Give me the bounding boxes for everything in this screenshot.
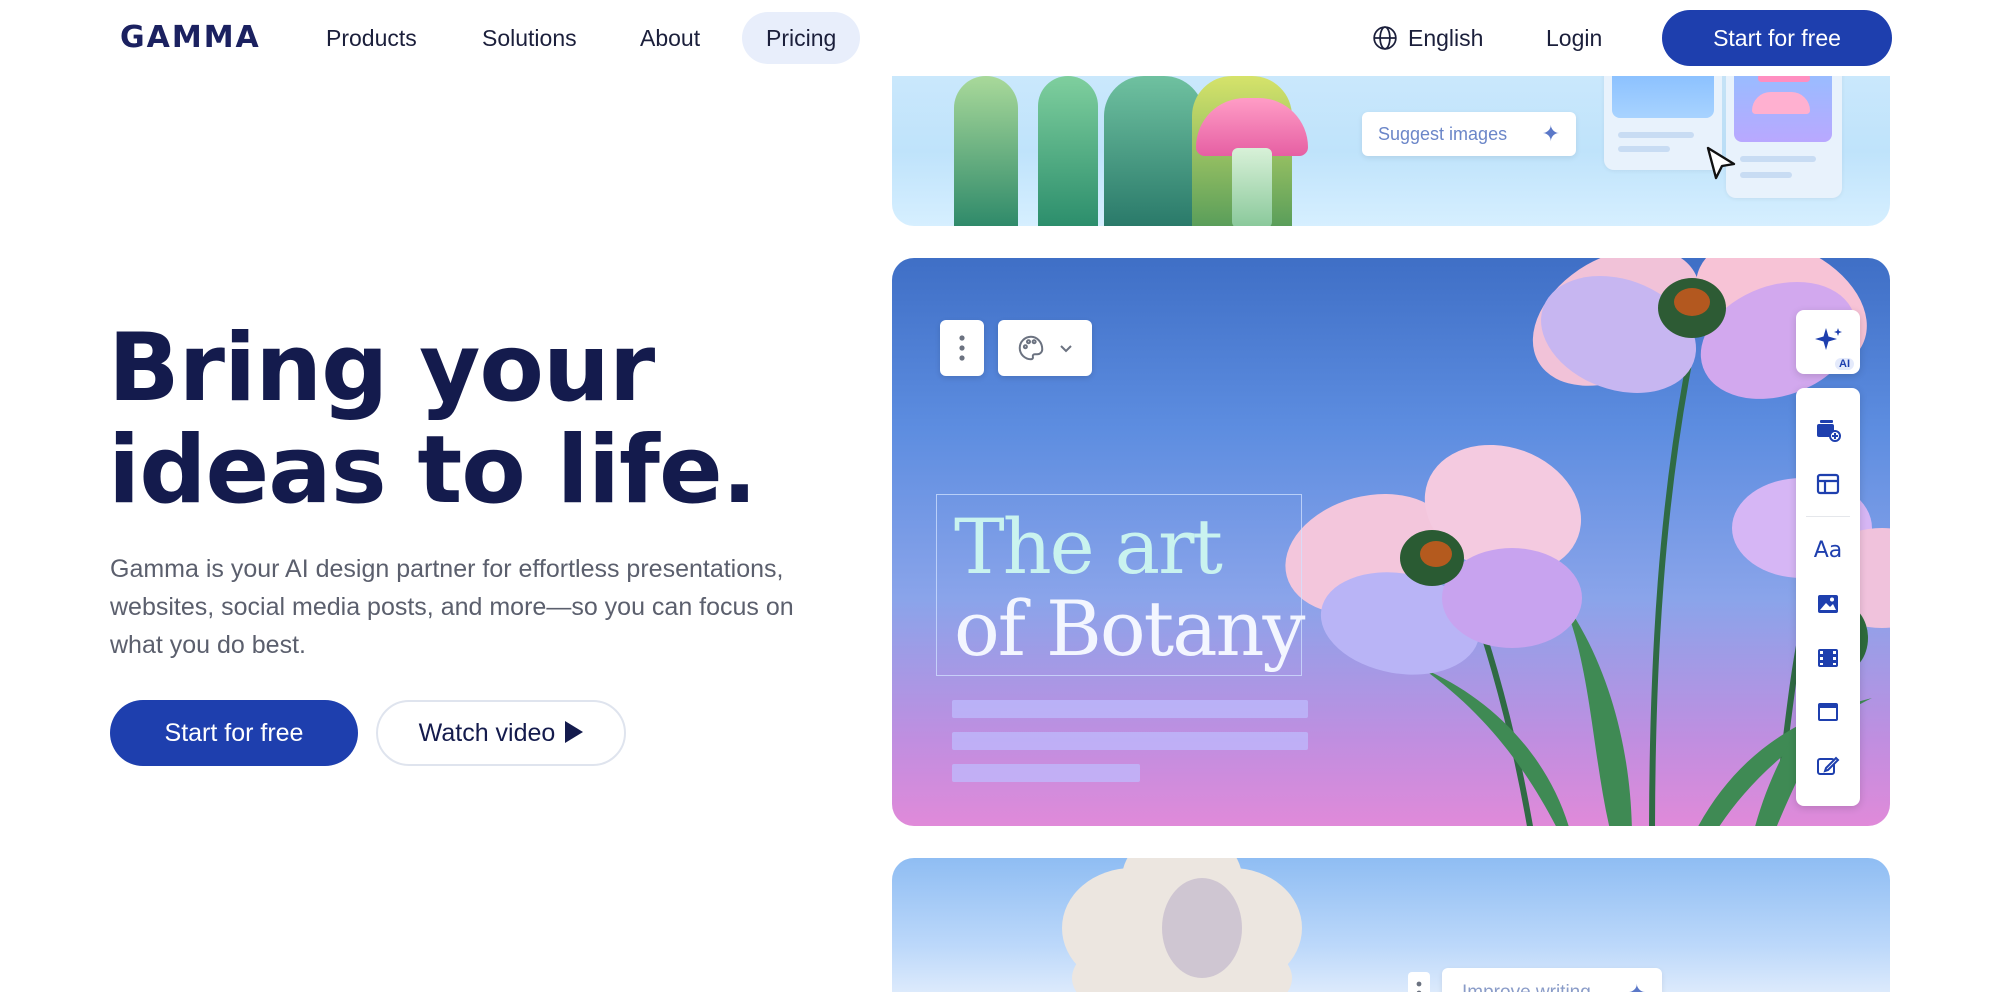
hero-subtitle: Gamma is your AI design partner for effo…	[110, 555, 794, 659]
play-icon	[565, 721, 584, 743]
language-selector[interactable]: English	[1372, 12, 1483, 64]
flower-illustration	[1285, 258, 1890, 826]
sparkle-icon: ✦	[1541, 121, 1560, 146]
suggest-images-button[interactable]: Suggest images ✦	[1362, 112, 1576, 156]
layout-glyph	[1816, 473, 1840, 495]
embed-icon[interactable]	[1814, 698, 1842, 726]
edit-glyph	[1817, 756, 1840, 775]
sparkle-icon: ✦	[1628, 968, 1646, 992]
thumbnail-caption-line	[1618, 132, 1694, 138]
editor-side-toolbar: Aa	[1796, 388, 1860, 806]
login-link[interactable]: Login	[1546, 12, 1602, 64]
image-icon[interactable]	[1814, 590, 1842, 618]
ai-sparkle-icon	[1815, 328, 1842, 350]
placeholder-text-line	[952, 700, 1308, 718]
improve-writing-label: Improve writing	[1462, 982, 1591, 992]
nav-item-products[interactable]: Products	[302, 12, 441, 64]
ai-assistant-button[interactable]: AI	[1796, 310, 1860, 374]
layout-icon[interactable]	[1814, 470, 1842, 498]
nav-item-about[interactable]: About	[616, 12, 724, 64]
nav-item-pricing[interactable]: Pricing	[742, 12, 861, 64]
preview-card-botany-slide: The art of Botany AI Aa	[892, 258, 1890, 826]
cloud-illustration	[1062, 858, 1302, 992]
improve-writing-button[interactable]: Improve writing ✦	[1442, 968, 1662, 992]
hero-title-line-2: ideas to life.	[108, 416, 757, 525]
slide-title-line-2: of Botany	[954, 584, 1305, 673]
preview-card-improve-writing: Improve writing ✦	[892, 858, 1890, 992]
vertical-dots-icon	[1416, 981, 1422, 992]
theme-picker-button[interactable]	[998, 320, 1092, 376]
top-navigation: GAMMA Products Solutions About Pricing E…	[0, 0, 2000, 76]
nav-item-solutions[interactable]: Solutions	[458, 12, 601, 64]
suggest-images-label: Suggest images	[1378, 124, 1508, 144]
thumbnail-caption-line	[1618, 146, 1670, 152]
slide-title[interactable]: The art of Botany	[954, 502, 1305, 673]
chevron-down-icon	[1060, 345, 1072, 353]
globe-icon	[1373, 26, 1397, 50]
video-icon[interactable]	[1814, 644, 1842, 672]
vertical-dots-icon	[959, 335, 965, 361]
palette-icon	[1018, 335, 1044, 361]
more-options-button[interactable]	[940, 320, 984, 376]
hero-start-for-free-button[interactable]: Start for free	[110, 700, 358, 766]
language-label: English	[1408, 25, 1484, 51]
video-glyph	[1818, 649, 1838, 667]
hero-title: Bring your ideas to life.	[108, 314, 757, 525]
mushroom-stem	[1232, 148, 1272, 226]
placeholder-text-line	[952, 732, 1308, 750]
decorative-pillar	[1038, 76, 1098, 226]
nav-start-for-free-button[interactable]: Start for free	[1662, 10, 1892, 66]
thumbnail-mushroom	[1752, 92, 1810, 114]
slide-title-line-1: The art	[954, 502, 1223, 591]
add-card-icon[interactable]	[1814, 416, 1842, 444]
decorative-pillar	[954, 76, 1018, 226]
more-options-button[interactable]	[1408, 972, 1430, 992]
thumbnail-caption-line	[1740, 156, 1816, 162]
text-icon[interactable]: Aa	[1814, 536, 1843, 564]
watch-video-label: Watch video	[418, 719, 556, 747]
watch-video-button[interactable]: Watch video	[376, 700, 626, 766]
image-glyph	[1818, 595, 1838, 613]
mouse-cursor-icon	[1706, 146, 1736, 180]
decorative-pillar	[1104, 76, 1204, 226]
hero-title-line-1: Bring your	[108, 314, 655, 423]
thumbnail-caption-line	[1740, 172, 1792, 178]
add-card-glyph	[1817, 420, 1841, 442]
embed-glyph	[1818, 703, 1838, 721]
edit-icon[interactable]	[1814, 752, 1842, 780]
placeholder-text-line	[952, 764, 1140, 782]
toolbar-divider	[1806, 516, 1850, 517]
ai-badge: AI	[1835, 358, 1854, 370]
gamma-logo[interactable]: GAMMA	[120, 20, 261, 55]
